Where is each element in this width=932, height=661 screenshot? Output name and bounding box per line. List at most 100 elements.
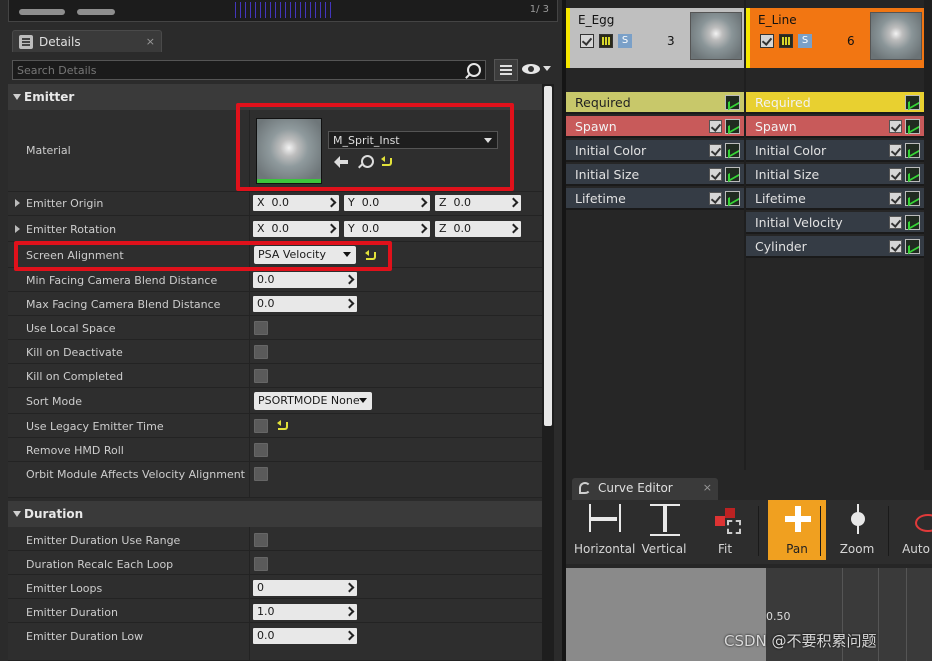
loops-input[interactable]: 0 xyxy=(253,580,357,596)
emitter-enable-checkbox[interactable] xyxy=(580,34,594,48)
search-icon[interactable] xyxy=(467,63,481,77)
curve-vertical-button[interactable]: Vertical xyxy=(635,500,693,560)
label-emitter-rotation[interactable]: Emitter Rotation xyxy=(15,223,116,236)
curve-graph-icon[interactable] xyxy=(905,95,920,110)
module-label: Lifetime xyxy=(575,191,626,206)
duration-low-input[interactable]: 0.0 xyxy=(253,628,357,644)
curve-graph-icon[interactable] xyxy=(905,167,920,182)
use-local-space-checkbox[interactable] xyxy=(254,321,268,335)
curve-graph-icon[interactable] xyxy=(725,95,740,110)
section-duration[interactable]: Duration xyxy=(8,501,544,527)
details-panel: 1/ 3 Details × Search Details Emitter Ma… xyxy=(0,0,562,661)
curve-pan-button[interactable]: Pan xyxy=(768,500,826,560)
use-range-checkbox[interactable] xyxy=(254,533,268,547)
emitter-render-mode-icon[interactable] xyxy=(779,34,793,48)
min-facing-input[interactable]: 0.0 xyxy=(253,272,357,288)
emitter-module[interactable]: Cylinder xyxy=(746,236,924,258)
curve-horizontal-button[interactable]: Horizontal xyxy=(574,500,635,560)
search-details-input[interactable]: Search Details xyxy=(12,60,486,80)
remove-hmd-checkbox[interactable] xyxy=(254,443,268,457)
timeline-pill[interactable] xyxy=(19,9,65,15)
emitter-origin-z[interactable]: Z 0.0 xyxy=(435,195,521,211)
module-label: Spawn xyxy=(575,119,617,134)
timeline-pill[interactable] xyxy=(77,9,115,15)
emitters-panel: E_Egg S 3 Required Spawn Initial Color Initial… xyxy=(562,0,932,470)
curve-graph-icon[interactable] xyxy=(905,143,920,158)
module-enable-checkbox[interactable] xyxy=(889,120,902,133)
emitter-render-mode-icon[interactable] xyxy=(599,34,613,48)
expand-arrow-icon[interactable] xyxy=(15,225,20,233)
module-label: Lifetime xyxy=(755,191,806,206)
close-icon[interactable]: × xyxy=(146,35,155,48)
emitter-rotation-x[interactable]: X 0.0 xyxy=(253,221,339,237)
emitter-module[interactable]: Spawn xyxy=(566,116,744,138)
label-kill-on-completed: Kill on Completed xyxy=(26,370,124,383)
sort-mode-dropdown[interactable]: PSORTMODE None xyxy=(254,392,372,410)
curve-graph-icon[interactable] xyxy=(725,119,740,134)
emitter-module[interactable]: Initial Velocity xyxy=(746,212,924,234)
emitter-module[interactable]: Required xyxy=(746,92,924,114)
curve-graph-icon[interactable] xyxy=(905,215,920,230)
module-enable-checkbox[interactable] xyxy=(889,216,902,229)
tab-details[interactable]: Details × xyxy=(12,30,162,52)
curve-auto-button[interactable]: Auto xyxy=(896,500,932,560)
details-scrollbar[interactable] xyxy=(542,84,554,661)
emitter-origin-x[interactable]: X 0.0 xyxy=(253,195,339,211)
emitter-rotation-z[interactable]: Z 0.0 xyxy=(435,221,521,237)
curve-graph-icon[interactable] xyxy=(725,167,740,182)
tab-curve-editor[interactable]: Curve Editor × xyxy=(572,478,718,500)
emitter-module[interactable]: Required xyxy=(566,92,744,114)
emitter-module[interactable]: Initial Size xyxy=(746,164,924,186)
module-enable-checkbox[interactable] xyxy=(709,144,722,157)
emitter-column[interactable]: E_Egg S 3 Required Spawn Initial Color Initial… xyxy=(566,0,744,470)
module-enable-checkbox[interactable] xyxy=(709,120,722,133)
emitter-header[interactable]: E_Egg S 3 xyxy=(566,8,744,68)
module-label: Initial Size xyxy=(755,167,820,182)
emitter-module[interactable]: Initial Size xyxy=(566,164,744,186)
emitter-module[interactable]: Spawn xyxy=(746,116,924,138)
property-matrix-button[interactable] xyxy=(494,59,518,81)
reset-to-default-icon[interactable] xyxy=(277,420,288,431)
module-enable-checkbox[interactable] xyxy=(889,144,902,157)
emitter-origin-y[interactable]: Y 0.0 xyxy=(344,195,430,211)
module-enable-checkbox[interactable] xyxy=(889,192,902,205)
module-enable-checkbox[interactable] xyxy=(709,192,722,205)
curve-graph-icon[interactable] xyxy=(725,191,740,206)
recalc-checkbox[interactable] xyxy=(254,557,268,571)
module-enable-checkbox[interactable] xyxy=(709,168,722,181)
emitter-module[interactable]: Initial Color xyxy=(566,140,744,162)
orbit-module-checkbox[interactable] xyxy=(254,467,268,481)
max-facing-input[interactable]: 0.0 xyxy=(253,296,357,312)
label-emitter-origin[interactable]: Emitter Origin xyxy=(15,197,103,210)
kill-on-completed-checkbox[interactable] xyxy=(254,369,268,383)
view-options-button[interactable] xyxy=(522,62,552,78)
emitter-module[interactable]: Lifetime xyxy=(566,188,744,210)
emitter-header[interactable]: E_Line S 6 xyxy=(746,8,924,68)
curve-zoom-button[interactable]: Zoom xyxy=(828,500,886,560)
curve-graph-icon[interactable] xyxy=(905,239,920,254)
emitter-solo-icon[interactable]: S xyxy=(798,34,812,48)
emitter-module[interactable]: Initial Color xyxy=(746,140,924,162)
duration-input[interactable]: 1.0 xyxy=(253,604,357,620)
use-legacy-checkbox[interactable] xyxy=(254,419,268,433)
emitter-preview-thumbnail xyxy=(870,12,922,60)
chevron-down-icon xyxy=(543,66,551,71)
button-label: Auto xyxy=(902,542,930,556)
kill-on-deactivate-checkbox[interactable] xyxy=(254,345,268,359)
curve-graph-icon[interactable] xyxy=(725,143,740,158)
emitter-module[interactable]: Lifetime xyxy=(746,188,924,210)
curve-graph-icon[interactable] xyxy=(905,191,920,206)
module-enable-checkbox[interactable] xyxy=(889,168,902,181)
collapse-arrow-icon xyxy=(13,511,21,517)
curve-fit-button[interactable]: Fit xyxy=(696,500,754,560)
expand-arrow-icon[interactable] xyxy=(15,199,20,207)
emitter-rotation-y[interactable]: Y 0.0 xyxy=(344,221,430,237)
emitter-column[interactable]: E_Line S 6 Required Spawn Initial Color Initia… xyxy=(746,0,924,470)
highlight-box-screen-alignment xyxy=(14,241,392,271)
emitter-solo-icon[interactable]: S xyxy=(618,34,632,48)
curve-graph-icon[interactable] xyxy=(905,119,920,134)
module-enable-checkbox[interactable] xyxy=(889,240,902,253)
scrollbar-thumb[interactable] xyxy=(544,86,552,426)
emitter-enable-checkbox[interactable] xyxy=(760,34,774,48)
close-icon[interactable]: × xyxy=(703,481,712,494)
